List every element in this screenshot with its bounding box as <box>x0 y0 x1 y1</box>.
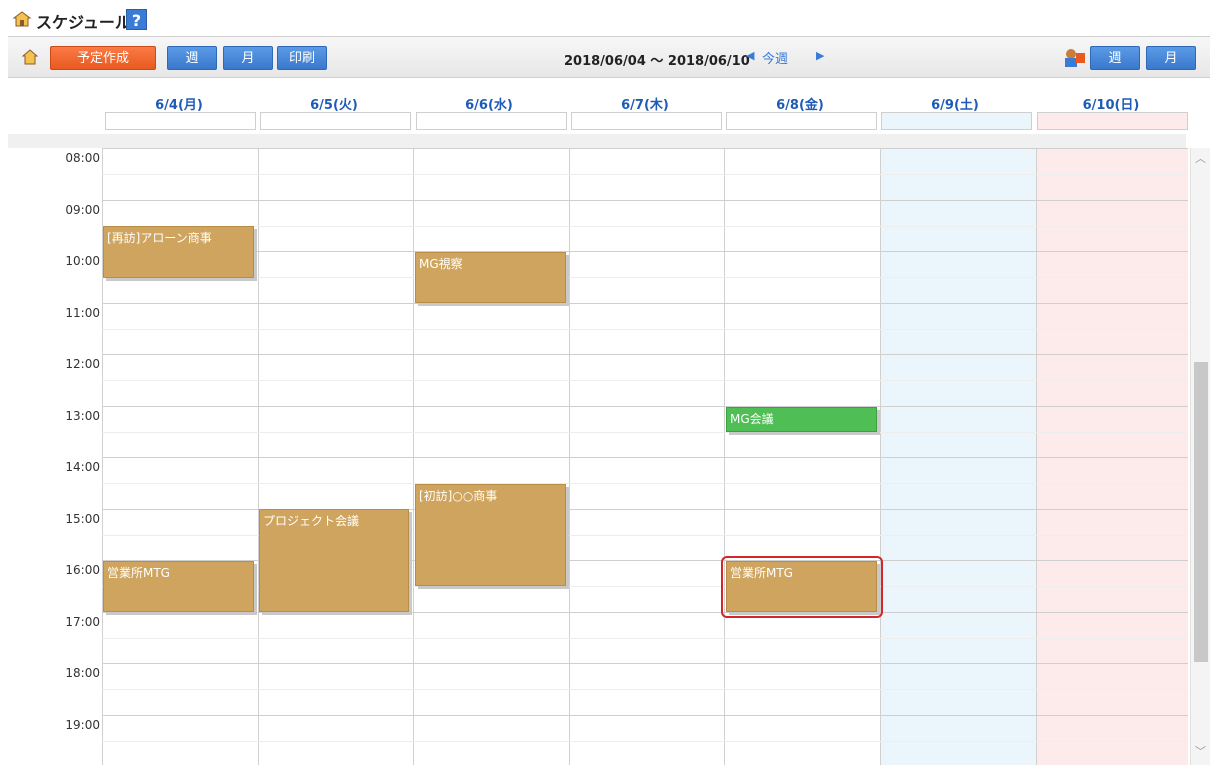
half-hour-line <box>102 741 1188 742</box>
day-label-tue[interactable]: 6/5(火) <box>259 94 409 113</box>
half-hour-line <box>102 174 1188 175</box>
time-label: 15:00 <box>65 512 100 526</box>
hour-line <box>102 406 1188 407</box>
day-label-mon[interactable]: 6/4(月) <box>104 94 254 113</box>
scroll-up-icon[interactable]: ︿ <box>1191 150 1210 168</box>
time-grid[interactable]: 08:00 09:00 10:00 11:00 12:00 13:00 14:0… <box>8 148 1188 765</box>
date-range: 2018/06/04 〜 2018/06/10 <box>564 54 750 69</box>
allday-cell-sun[interactable] <box>1037 112 1188 130</box>
title-bar: スケジュール ? <box>0 0 1210 36</box>
hour-line <box>102 354 1188 355</box>
time-label: 19:00 <box>65 718 100 732</box>
event-block[interactable]: MG視察 <box>415 252 566 303</box>
vertical-scrollbar[interactable]: ︿ ﹀ <box>1190 148 1210 765</box>
right-month-view-button[interactable]: 月 <box>1146 46 1196 70</box>
allday-cell-thu[interactable] <box>571 112 722 130</box>
allday-cell-wed[interactable] <box>416 112 567 130</box>
print-button[interactable]: 印刷 <box>277 46 327 70</box>
hour-line <box>102 303 1188 304</box>
day-label-wed[interactable]: 6/6(水) <box>414 94 564 113</box>
schedule-app-icon <box>12 11 32 27</box>
day-label-fri[interactable]: 6/8(金) <box>725 94 875 113</box>
next-week-arrow-icon[interactable]: ▶ <box>816 49 824 62</box>
half-hour-line <box>102 277 1188 278</box>
help-button[interactable]: ? <box>126 9 147 30</box>
time-label: 12:00 <box>65 357 100 371</box>
prev-week-arrow-icon[interactable]: ◀ <box>746 49 754 62</box>
time-label: 16:00 <box>65 563 100 577</box>
hour-line <box>102 251 1188 252</box>
event-block[interactable]: [再訪]アローン商事 <box>103 226 254 278</box>
hour-line <box>102 200 1188 201</box>
day-label-thu[interactable]: 6/7(木) <box>570 94 720 113</box>
event-block[interactable]: プロジェクト会議 <box>259 509 409 612</box>
event-block[interactable]: [初訪]○○商事 <box>415 484 566 586</box>
half-hour-line <box>102 226 1188 227</box>
day-label-sat[interactable]: 6/9(土) <box>880 94 1030 113</box>
allday-cell-tue[interactable] <box>260 112 411 130</box>
time-label: 13:00 <box>65 409 100 423</box>
time-label: 18:00 <box>65 666 100 680</box>
allday-cell-mon[interactable] <box>105 112 256 130</box>
scroll-thumb[interactable] <box>1194 362 1208 662</box>
this-week-link[interactable]: 今週 <box>762 48 788 67</box>
half-hour-line <box>102 380 1188 381</box>
week-view-button[interactable]: 週 <box>167 46 217 70</box>
time-label: 08:00 <box>65 151 100 165</box>
hour-line <box>102 148 1188 149</box>
home-icon[interactable] <box>22 49 38 65</box>
header-strip <box>8 134 1186 148</box>
day-label-sun[interactable]: 6/10(日) <box>1036 94 1186 113</box>
allday-cell-fri[interactable] <box>726 112 877 130</box>
time-label: 17:00 <box>65 615 100 629</box>
month-view-button[interactable]: 月 <box>223 46 273 70</box>
time-label: 11:00 <box>65 306 100 320</box>
allday-cell-sat[interactable] <box>881 112 1032 130</box>
hour-line <box>102 612 1188 613</box>
scroll-down-icon[interactable]: ﹀ <box>1191 743 1210 761</box>
user-calendar-icon[interactable] <box>1062 47 1086 69</box>
event-block[interactable]: 営業所MTG <box>103 561 254 612</box>
half-hour-line <box>102 689 1188 690</box>
right-week-view-button[interactable]: 週 <box>1090 46 1140 70</box>
day-header: 6/4(月) 6/5(火) 6/6(水) 6/7(木) 6/8(金) 6/9(土… <box>8 78 1188 148</box>
half-hour-line <box>102 329 1188 330</box>
page-title: スケジュール <box>36 13 131 32</box>
highlight-frame <box>721 556 883 618</box>
time-label: 09:00 <box>65 203 100 217</box>
half-hour-line <box>102 638 1188 639</box>
hour-line <box>102 663 1188 664</box>
hour-line <box>102 715 1188 716</box>
half-hour-line <box>102 483 1188 484</box>
create-schedule-button[interactable]: 予定作成 <box>50 46 156 70</box>
half-hour-line <box>102 432 1188 433</box>
event-block[interactable]: MG会議 <box>726 407 877 432</box>
toolbar: 予定作成 週 月 印刷 2018/06/04 〜 2018/06/10 ◀ 今週… <box>8 36 1210 78</box>
hour-line <box>102 457 1188 458</box>
time-label: 14:00 <box>65 460 100 474</box>
time-label: 10:00 <box>65 254 100 268</box>
